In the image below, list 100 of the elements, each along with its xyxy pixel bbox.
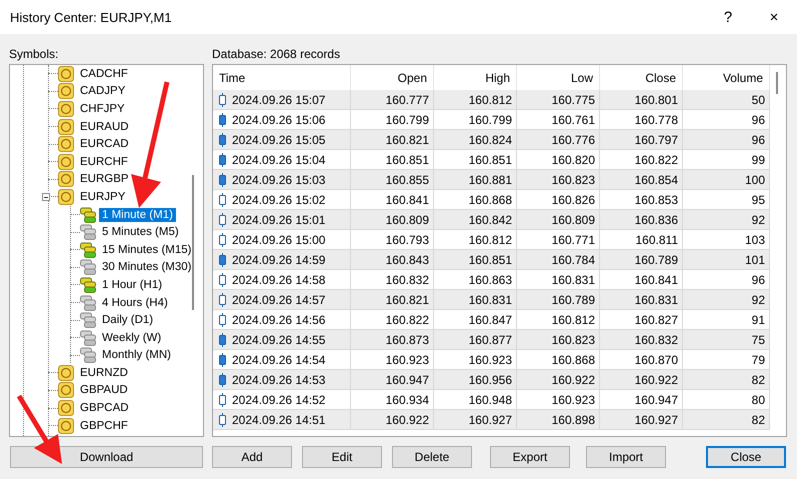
symbol-item[interactable]: GBPAUD — [77, 383, 131, 398]
table-cell: 101 — [683, 250, 770, 270]
table-cell: 96 — [683, 130, 770, 150]
table-cell: 160.842 — [434, 210, 517, 230]
table-cell: 50 — [683, 90, 770, 110]
timeframe-item[interactable]: Weekly (W) — [99, 330, 164, 345]
table-cell: 160.854 — [600, 170, 683, 190]
time-cell: 2024.09.26 15:06 — [232, 112, 326, 126]
symbol-item[interactable]: CADCHF — [77, 66, 131, 81]
timeframe-item[interactable]: 1 Hour (H1) — [99, 278, 166, 292]
table-cell: 160.775 — [517, 90, 600, 110]
timeframe-item[interactable]: Daily (D1) — [99, 313, 156, 328]
time-cell: 2024.09.26 14:58 — [232, 272, 326, 286]
table-cell: 160.922 — [600, 370, 683, 390]
timeframe-item[interactable]: 4 Hours (H4) — [99, 296, 171, 310]
dialog-button[interactable]: Import — [586, 446, 666, 468]
table-cell: 160.789 — [517, 290, 600, 310]
coin-icon — [58, 400, 74, 416]
table-cell: 160.927 — [600, 410, 683, 430]
close-button[interactable]: × — [751, 0, 797, 34]
symbols-label: Symbols: — [9, 47, 58, 61]
table-cell: 92 — [683, 290, 770, 310]
window-title: History Center: EURJPY,M1 — [9, 10, 173, 24]
table-cell: 160.851 — [434, 250, 517, 270]
table-cell: 160.823 — [517, 170, 600, 190]
timeframe-item[interactable]: 5 Minutes (M5) — [99, 225, 182, 240]
time-cell: 2024.09.26 15:03 — [232, 172, 326, 186]
table-cell: 160.809 — [517, 210, 600, 230]
coin-icon — [58, 136, 74, 152]
time-cell: 2024.09.26 14:59 — [232, 252, 326, 266]
time-cell: 2024.09.26 15:04 — [232, 152, 326, 166]
coin-icon — [58, 66, 74, 82]
symbol-item[interactable]: EURAUD — [77, 120, 132, 134]
symbol-item[interactable]: GBPCHF — [77, 418, 131, 433]
coin-icon — [58, 118, 74, 135]
time-cell: 2024.09.26 14:54 — [232, 352, 326, 366]
dialog-button[interactable]: Download — [10, 446, 203, 468]
time-cell: 2024.09.26 14:56 — [232, 312, 326, 326]
help-button[interactable]: ? — [705, 0, 751, 34]
symbol-item[interactable]: GBPCAD — [77, 401, 132, 416]
table-cell: 160.922 — [351, 410, 434, 430]
table-cell: 100 — [683, 170, 770, 190]
coin-icon — [58, 100, 74, 117]
table-cell: 160.831 — [600, 290, 683, 310]
table-cell: 160.922 — [517, 370, 600, 390]
table-cell: 160.776 — [517, 130, 600, 150]
dialog-button[interactable]: Export — [490, 446, 570, 468]
time-cell: 2024.09.26 14:57 — [232, 292, 326, 306]
symbol-item[interactable]: EURJPY — [77, 190, 128, 204]
dialog-button[interactable]: Add — [212, 446, 292, 468]
symbol-item[interactable]: EURCAD — [77, 137, 132, 152]
timeframe-item[interactable]: 15 Minutes (M15) — [99, 242, 194, 257]
time-cell: 2024.09.26 15:01 — [232, 212, 326, 226]
table-cell: 160.836 — [600, 210, 683, 230]
scrollbar-thumb[interactable] — [192, 175, 194, 310]
coin-icon — [58, 418, 74, 434]
table-cell: 160.873 — [351, 330, 434, 350]
table-cell: 160.843 — [351, 250, 434, 270]
time-cell: 2024.09.26 15:02 — [232, 192, 326, 206]
table-cell: 160.831 — [434, 290, 517, 310]
time-cell: 2024.09.26 14:55 — [232, 332, 326, 346]
coin-icon — [58, 364, 74, 381]
time-cell: 2024.09.26 14:52 — [232, 392, 326, 406]
table-cell: 160.801 — [600, 90, 683, 110]
symbol-item[interactable]: EURNZD — [77, 366, 131, 380]
coin-icon — [58, 382, 74, 398]
coin-icon — [58, 171, 74, 188]
symbol-item[interactable]: EURGBP — [77, 172, 132, 186]
symbol-item[interactable]: CADJPY — [77, 84, 128, 98]
time-cell: 2024.09.26 15:07 — [232, 92, 326, 106]
table-cell: 160.824 — [434, 130, 517, 150]
table-cell: 160.947 — [351, 370, 434, 390]
table-cell: 160.927 — [434, 410, 517, 430]
table-cell: 160.821 — [351, 290, 434, 310]
time-cell: 2024.09.26 15:00 — [232, 232, 326, 246]
coin-icon — [58, 188, 74, 205]
scrollbar-thumb[interactable] — [776, 72, 778, 94]
coin-icon — [58, 83, 74, 100]
table-cell: 82 — [683, 410, 770, 430]
symbol-item[interactable]: EURCHF — [77, 154, 131, 169]
dialog-button[interactable]: Edit — [302, 446, 382, 468]
table-cell: 160.797 — [600, 130, 683, 150]
timeframe-item[interactable]: Monthly (MN) — [99, 348, 174, 362]
table-cell: 82 — [683, 370, 770, 390]
table-cell: 160.789 — [600, 250, 683, 270]
table-cell: 160.956 — [434, 370, 517, 390]
table-cell: 160.898 — [517, 410, 600, 430]
table-cell: 160.809 — [351, 210, 434, 230]
table-cell: 160.823 — [517, 330, 600, 350]
dialog-button[interactable]: Close — [706, 446, 786, 468]
table-cell: 75 — [683, 330, 770, 350]
table-cell: 160.881 — [434, 170, 517, 190]
timeframe-item[interactable]: 1 Minute (M1) — [99, 208, 176, 222]
collapse-toggle[interactable] — [42, 193, 50, 202]
database-label: Database: 2068 records — [212, 47, 340, 61]
table-cell: 160.877 — [434, 330, 517, 350]
timeframe-item[interactable]: 30 Minutes (M30) — [99, 260, 194, 274]
symbol-item[interactable]: CHFJPY — [77, 102, 128, 116]
dialog-button[interactable]: Delete — [392, 446, 472, 468]
table-cell: 160.812 — [434, 90, 517, 110]
